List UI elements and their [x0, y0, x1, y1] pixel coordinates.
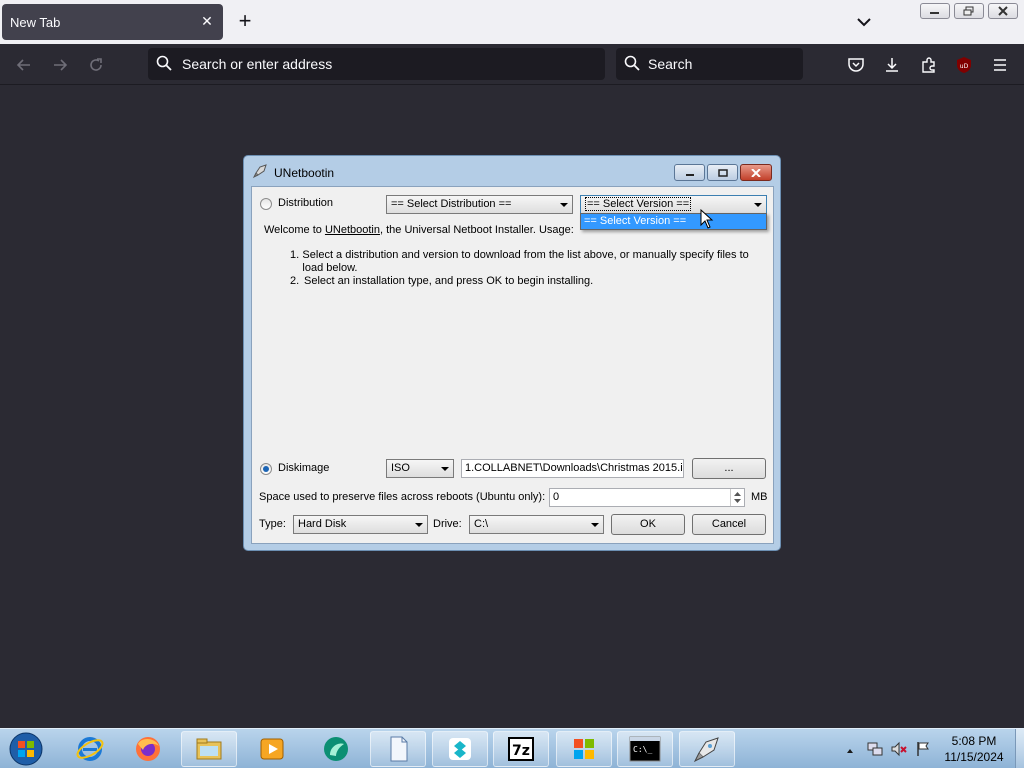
dialog-minimize-button[interactable] [674, 164, 705, 181]
dialog-client-area: Distribution == Select Distribution == =… [251, 186, 774, 544]
forward-icon[interactable] [49, 54, 71, 76]
unetbootin-rocket-icon [252, 163, 268, 182]
browser-navbar: Search or enter address Search uD [0, 44, 1024, 85]
svg-text:7z: 7z [512, 743, 530, 759]
usage-step-text: Select a distribution and version to dow… [302, 249, 749, 274]
drive-select[interactable]: C:\ [469, 515, 604, 534]
diskimage-type-select[interactable]: ISO [386, 459, 454, 478]
unetbootin-link[interactable]: UNetbootin [325, 224, 380, 236]
dialog-title: UNetbootin [274, 165, 335, 180]
welcome-suffix: , the Universal Netboot Installer. Usage… [379, 224, 574, 236]
distribution-label: Distribution [278, 197, 334, 209]
type-label: Type: [259, 518, 286, 530]
chevron-down-icon [591, 523, 599, 527]
space-unit: MB [751, 491, 768, 503]
address-bar[interactable]: Search or enter address [148, 48, 605, 80]
diskimage-label: Diskimage [278, 462, 330, 474]
address-input[interactable]: Search or enter address [182, 56, 332, 72]
browse-button[interactable]: ... [692, 458, 766, 479]
chevron-down-icon [754, 203, 762, 207]
minimize-window-button[interactable] [920, 3, 950, 19]
diskimage-type-value: ISO [391, 462, 410, 474]
search-input[interactable]: Search [648, 56, 692, 72]
welcome-prefix: Welcome to [264, 224, 325, 236]
explorer-icon[interactable] [181, 731, 237, 767]
pocket-icon[interactable] [845, 54, 867, 76]
version-select[interactable]: == Select Version == [580, 195, 767, 214]
restore-window-button[interactable] [954, 3, 984, 19]
list-all-tabs-icon[interactable] [854, 12, 874, 32]
ok-button[interactable]: OK [611, 514, 685, 535]
browser-icon[interactable] [308, 731, 364, 767]
cmd-icon[interactable]: C:\_ [617, 731, 673, 767]
diskimage-radio[interactable] [260, 463, 272, 475]
downloads-icon[interactable] [881, 54, 903, 76]
tab-new-tab[interactable]: New Tab ✕ [2, 4, 223, 40]
start-button[interactable] [4, 731, 48, 767]
media-player-icon[interactable] [244, 731, 300, 767]
new-tab-button[interactable]: + [234, 10, 256, 32]
usage-step: 1. Select a distribution and version to d… [290, 249, 749, 274]
search-icon [156, 55, 172, 74]
drive-label: Drive: [433, 518, 462, 530]
distribution-select-value: == Select Distribution == [391, 198, 512, 210]
version-select-value: == Select Version == [585, 197, 692, 211]
ublock-origin-icon[interactable]: uD [953, 54, 975, 76]
taskbar: 7z C:\_ 5:08 PM 11/15/2024 [0, 728, 1024, 768]
search-bar[interactable]: Search [616, 48, 803, 80]
firefox-icon[interactable] [120, 731, 176, 767]
action-center-flag-icon[interactable] [914, 740, 932, 763]
sevenzip-icon[interactable]: 7z [493, 731, 549, 767]
space-label: Space used to preserve files across rebo… [259, 491, 546, 503]
notepad-icon[interactable] [370, 731, 426, 767]
dialog-titlebar: UNetbootin [252, 163, 334, 182]
svg-text:uD: uD [960, 63, 969, 70]
usage-step-text: Select an installation type, and press O… [304, 275, 594, 287]
menu-icon[interactable] [989, 54, 1011, 76]
distribution-radio[interactable] [260, 198, 272, 210]
version-dropdown-list: == Select Version == [580, 213, 767, 230]
close-window-button[interactable] [988, 3, 1018, 19]
dialog-maximize-button[interactable] [707, 164, 738, 181]
taskbar-clock[interactable]: 5:08 PM 11/15/2024 [932, 733, 1016, 765]
version-option[interactable]: == Select Version == [581, 214, 766, 229]
type-select[interactable]: Hard Disk [293, 515, 428, 534]
welcome-text: Welcome to UNetbootin, the Universal Net… [264, 224, 574, 236]
mouse-cursor-icon [700, 208, 714, 234]
cancel-button[interactable]: Cancel [692, 514, 766, 535]
clock-date: 11/15/2024 [944, 750, 1004, 764]
chevron-down-icon [441, 467, 449, 471]
app-icon[interactable] [432, 731, 488, 767]
reload-icon[interactable] [85, 54, 107, 76]
browser-titlebar: New Tab ✕ + [0, 0, 1024, 44]
space-input[interactable]: 0 [549, 488, 745, 507]
internet-explorer-icon[interactable] [62, 731, 118, 767]
chevron-down-icon [415, 523, 423, 527]
extensions-icon[interactable] [918, 54, 940, 76]
unetbootin-icon[interactable] [679, 731, 735, 767]
back-icon[interactable] [13, 54, 35, 76]
clock-time: 5:08 PM [951, 734, 997, 748]
type-select-value: Hard Disk [298, 518, 347, 530]
distribution-select[interactable]: == Select Distribution == [386, 195, 573, 214]
show-hidden-icons-chevron-icon[interactable] [845, 743, 855, 761]
svg-text:C:\_: C:\_ [633, 745, 652, 754]
search-icon [624, 55, 640, 74]
tab-title: New Tab [10, 14, 61, 30]
show-desktop-button[interactable] [1015, 729, 1024, 768]
dialog-close-button[interactable] [740, 164, 772, 181]
network-icon[interactable] [866, 740, 884, 763]
usage-step: 2. Select an installation type, and press… [290, 275, 594, 287]
volume-muted-icon[interactable] [890, 740, 908, 763]
chevron-down-icon [560, 203, 568, 207]
tab-close-icon[interactable]: ✕ [199, 13, 215, 29]
windows-icon[interactable] [556, 731, 612, 767]
space-spinner[interactable] [730, 489, 744, 506]
diskimage-path-input[interactable]: 1.COLLABNET\Downloads\Christmas 2015.iso [461, 459, 684, 478]
usage-steps: 1. Select a distribution and version to d… [290, 249, 750, 288]
drive-select-value: C:\ [474, 518, 489, 530]
